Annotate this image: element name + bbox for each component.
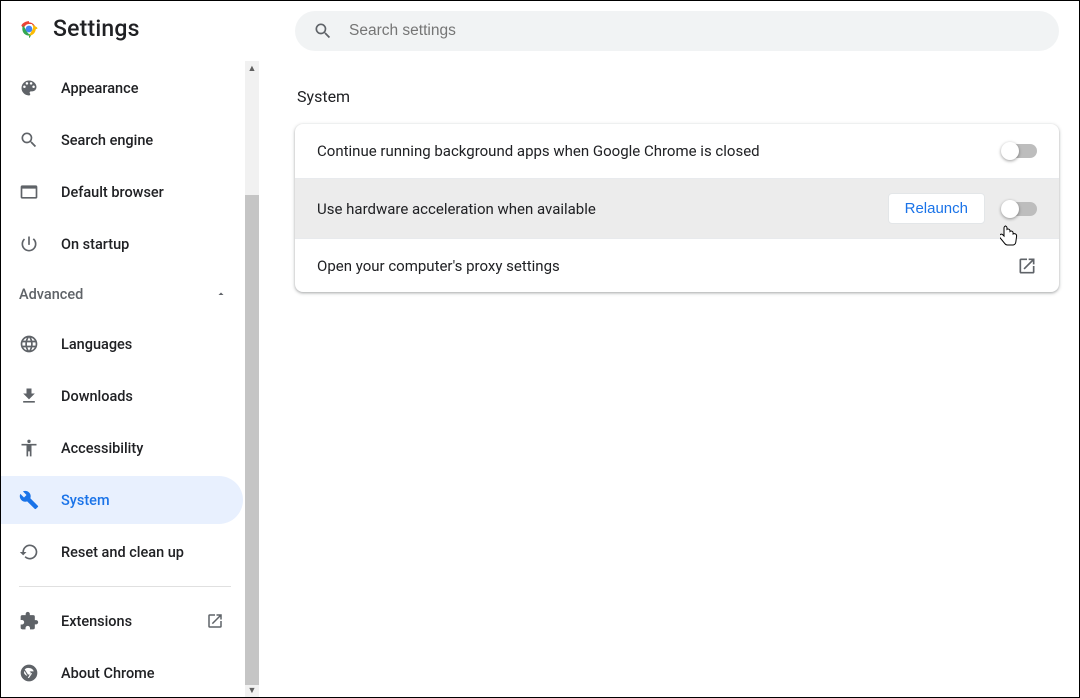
sidebar-item-label: Languages bbox=[61, 336, 132, 353]
sidebar-item-label: Default browser bbox=[61, 184, 164, 201]
row-label: Continue running background apps when Go… bbox=[317, 142, 985, 160]
sidebar-item-label: Accessibility bbox=[61, 440, 143, 457]
palette-icon bbox=[19, 78, 39, 98]
wrench-icon bbox=[19, 490, 39, 510]
sidebar-item-downloads[interactable]: Downloads bbox=[1, 372, 243, 420]
brand: Settings bbox=[1, 15, 249, 58]
open-in-new-icon bbox=[205, 611, 225, 631]
sidebar-item-label: Reset and clean up bbox=[61, 544, 184, 561]
sidebar-item-system[interactable]: System bbox=[1, 476, 243, 524]
sidebar-section-advanced[interactable]: Advanced bbox=[1, 272, 249, 316]
sidebar-item-label: About Chrome bbox=[61, 665, 155, 682]
accessibility-icon bbox=[19, 438, 39, 458]
sidebar-item-appearance[interactable]: Appearance bbox=[1, 64, 243, 112]
search-icon bbox=[313, 21, 333, 41]
browser-icon bbox=[19, 182, 39, 202]
sidebar-scrollbar-thumb[interactable] bbox=[245, 195, 259, 685]
row-background-apps: Continue running background apps when Go… bbox=[295, 124, 1059, 178]
sidebar-item-label: Appearance bbox=[61, 80, 138, 97]
search-input[interactable] bbox=[349, 22, 1041, 40]
chrome-logo-icon bbox=[19, 19, 39, 39]
power-icon bbox=[19, 234, 39, 254]
sidebar-item-on-startup[interactable]: On startup bbox=[1, 220, 243, 268]
toggle-knob bbox=[1001, 200, 1019, 218]
main-content: System Continue running background apps … bbox=[259, 1, 1079, 697]
sidebar-item-about[interactable]: About Chrome bbox=[1, 649, 243, 697]
chrome-gray-icon bbox=[19, 663, 39, 683]
search-bar[interactable] bbox=[295, 11, 1059, 51]
sidebar-item-search-engine[interactable]: Search engine bbox=[1, 116, 243, 164]
row-proxy-settings[interactable]: Open your computer's proxy settings bbox=[295, 238, 1059, 292]
globe-icon bbox=[19, 334, 39, 354]
toggle-knob bbox=[1001, 142, 1019, 160]
brand-title: Settings bbox=[53, 15, 140, 42]
sidebar-item-label: Search engine bbox=[61, 132, 153, 149]
sidebar: Settings Appearance Search engine Defau bbox=[1, 1, 259, 697]
row-hardware-acceleration: Use hardware acceleration when available… bbox=[295, 178, 1059, 238]
sidebar-item-label: On startup bbox=[61, 236, 129, 253]
search-icon bbox=[19, 130, 39, 150]
sidebar-scrollbar-down-arrow[interactable]: ▼ bbox=[245, 683, 259, 697]
row-label: Open your computer's proxy settings bbox=[317, 257, 999, 275]
download-icon bbox=[19, 386, 39, 406]
sidebar-item-languages[interactable]: Languages bbox=[1, 320, 243, 368]
row-label: Use hardware acceleration when available bbox=[317, 200, 870, 218]
sidebar-item-label: Extensions bbox=[61, 613, 132, 630]
sidebar-scrollbar-up-arrow[interactable]: ▲ bbox=[245, 61, 259, 75]
sidebar-item-reset[interactable]: Reset and clean up bbox=[1, 528, 243, 576]
sidebar-divider bbox=[19, 586, 231, 587]
toggle-background-apps[interactable] bbox=[1003, 144, 1037, 158]
sidebar-item-accessibility[interactable]: Accessibility bbox=[1, 424, 243, 472]
open-in-new-icon bbox=[1017, 256, 1037, 276]
restore-icon bbox=[19, 542, 39, 562]
relaunch-button[interactable]: Relaunch bbox=[888, 193, 985, 224]
extension-icon bbox=[19, 611, 39, 631]
sidebar-item-label: Downloads bbox=[61, 388, 133, 405]
sidebar-section-label: Advanced bbox=[19, 286, 83, 303]
sidebar-item-default-browser[interactable]: Default browser bbox=[1, 168, 243, 216]
toggle-hardware-acceleration[interactable] bbox=[1003, 202, 1037, 216]
sidebar-item-extensions[interactable]: Extensions bbox=[1, 597, 243, 645]
page-title: System bbox=[295, 87, 1059, 106]
chevron-up-icon bbox=[211, 284, 231, 304]
sidebar-item-label: System bbox=[61, 492, 110, 509]
settings-card: Continue running background apps when Go… bbox=[295, 124, 1059, 292]
